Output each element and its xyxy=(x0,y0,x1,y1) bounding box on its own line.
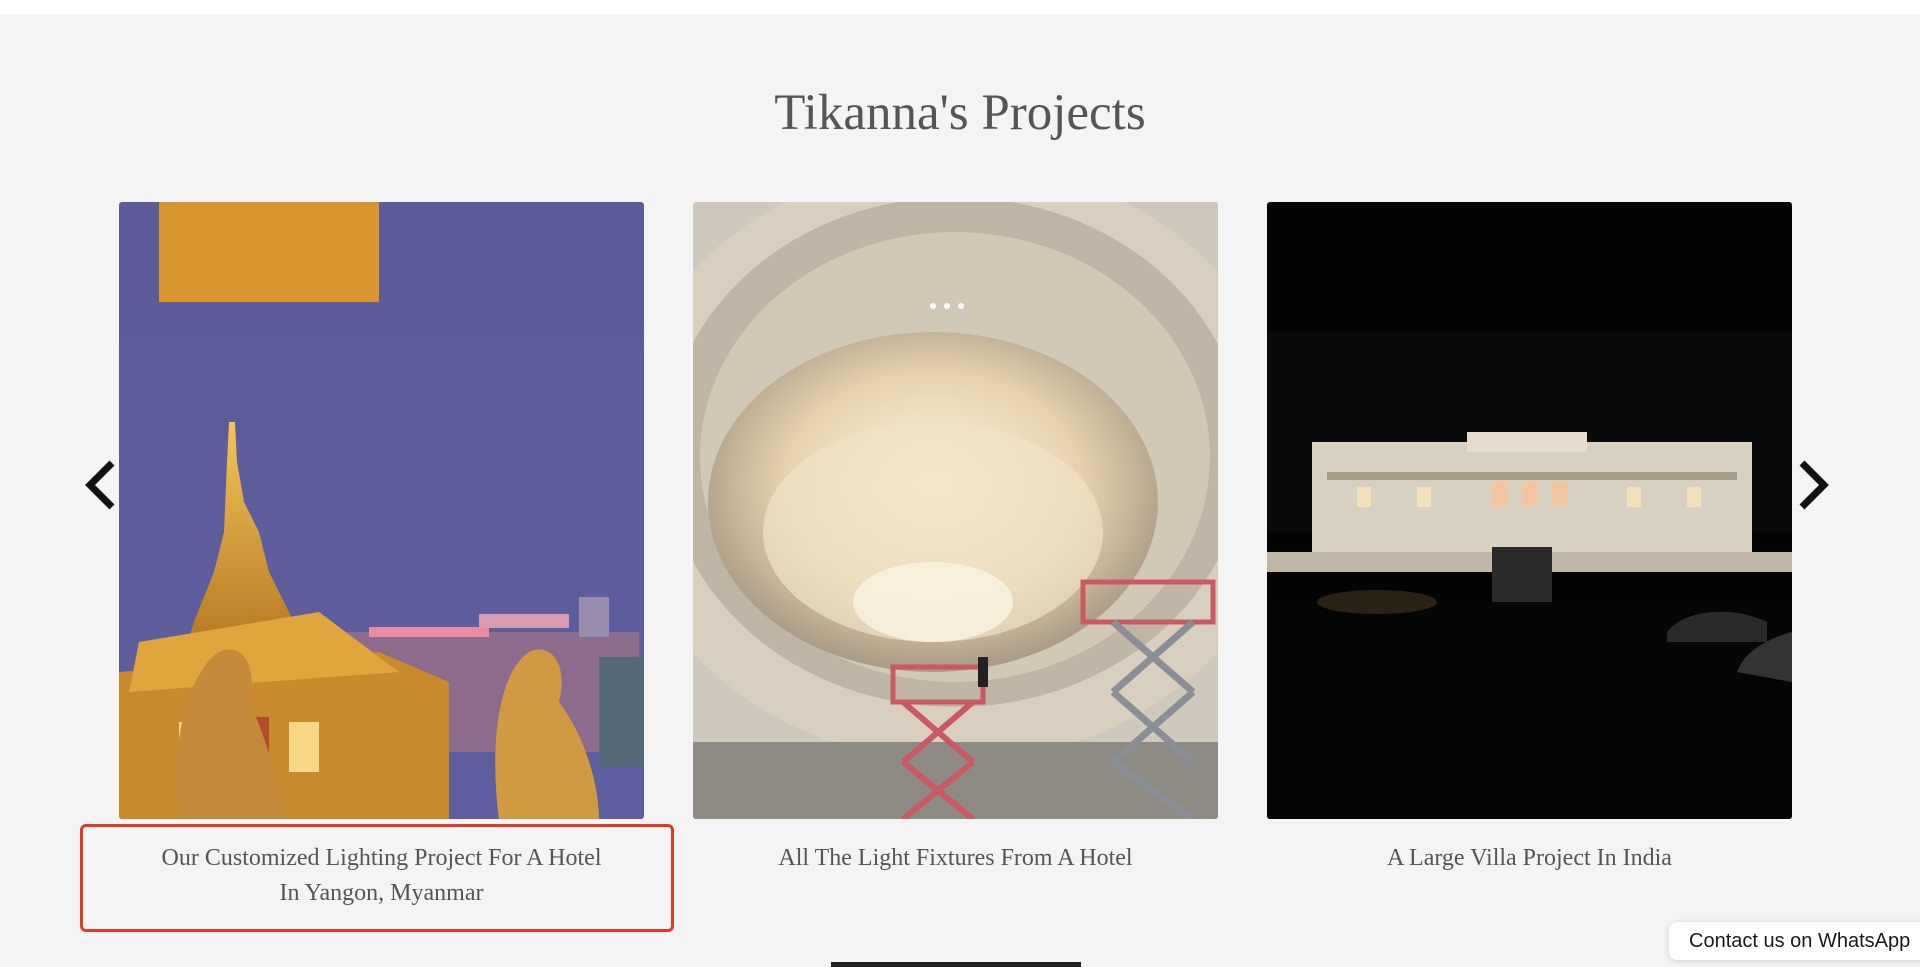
projects-carousel: Our Customized Lighting Project For A Ho… xyxy=(0,0,1920,967)
project-image-temple[interactable] xyxy=(119,202,644,819)
chevron-right-icon xyxy=(1799,460,1829,510)
carousel-progress-bar xyxy=(831,962,1081,967)
caption-highlight-box xyxy=(80,824,674,932)
project-image-chandelier[interactable] xyxy=(693,202,1218,819)
carousel-next-button[interactable] xyxy=(1784,450,1844,520)
project-card[interactable]: All The Light Fixtures From A Hotel xyxy=(693,202,1218,876)
whatsapp-contact-button[interactable]: Contact us on WhatsApp xyxy=(1669,922,1920,960)
project-caption[interactable]: A Large Villa Project In India xyxy=(1267,841,1792,876)
project-card[interactable]: Our Customized Lighting Project For A Ho… xyxy=(119,202,644,911)
chevron-left-icon xyxy=(85,460,115,510)
project-card[interactable]: A Large Villa Project In India xyxy=(1267,202,1792,876)
project-caption[interactable]: All The Light Fixtures From A Hotel xyxy=(693,841,1218,876)
project-image-villa[interactable] xyxy=(1267,202,1792,819)
